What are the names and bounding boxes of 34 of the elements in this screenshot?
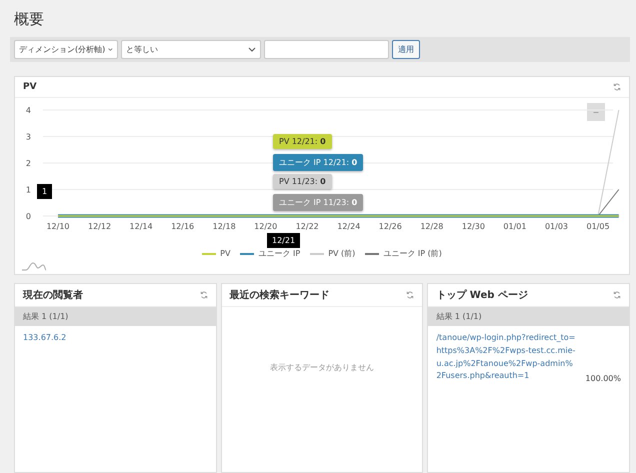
panel-title: 現在の閲覧者 xyxy=(23,288,83,302)
panel-title: トップ Web ページ xyxy=(436,288,528,302)
x-tick-label: 12/16 xyxy=(171,222,194,231)
page-title: 概要 xyxy=(14,10,45,29)
empty-message: 表示するデータがありません xyxy=(270,362,374,372)
panel-title: PV xyxy=(23,82,37,92)
x-tick-label: 01/05 xyxy=(586,222,610,231)
y-tick-label: 3 xyxy=(26,132,31,142)
data-tooltip: ユニーク IP 11/23: 0 xyxy=(273,194,364,211)
x-tick-label: 12/20 xyxy=(254,222,278,231)
x-tick-label: 12/10 xyxy=(46,222,70,231)
data-tooltip: PV 12/21: 0 xyxy=(273,134,332,149)
x-tick-label: 12/18 xyxy=(212,222,236,231)
result-count: 結果 1 (1/1) xyxy=(428,307,629,326)
x-tick-label: 12/28 xyxy=(420,222,444,231)
y-tick-label: 0 xyxy=(26,212,31,221)
y-tick-label: 4 xyxy=(26,106,31,115)
y-value-marker: 1 xyxy=(37,184,52,199)
x-value-marker: 12/21 xyxy=(267,233,300,248)
y-tick-label: 1 xyxy=(26,186,31,194)
x-tick-label: 12/22 xyxy=(296,222,319,231)
result-count: 結果 1 (1/1) xyxy=(15,307,216,326)
data-tooltip: ユニーク IP 12/21: 0 xyxy=(273,154,364,171)
x-tick-label: 12/14 xyxy=(130,222,153,231)
x-tick-label: 01/03 xyxy=(544,222,568,231)
y-tick-label: 2 xyxy=(26,159,31,168)
x-tick-label: 12/24 xyxy=(337,222,360,231)
x-tick-label: 12/12 xyxy=(88,222,112,231)
x-tick-label: 12/26 xyxy=(378,222,402,231)
data-tooltip: PV 11/23: 0 xyxy=(273,174,332,189)
x-tick-label: 01/01 xyxy=(503,222,526,231)
row-value: 100.00% xyxy=(585,374,621,384)
x-tick-label: 12/30 xyxy=(462,222,485,231)
panel-title: 最近の検索キーワード xyxy=(230,288,330,302)
